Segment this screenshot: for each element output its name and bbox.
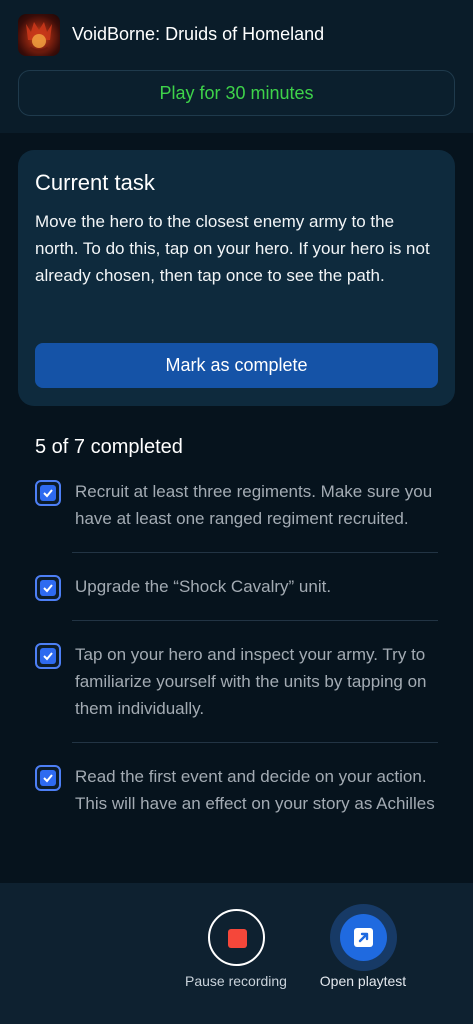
checklist-item-text: Tap on your hero and inspect your army. …: [75, 645, 427, 718]
checklist-item: Recruit at least three regiments. Make s…: [35, 478, 438, 532]
checklist-item: Tap on your hero and inspect your army. …: [35, 641, 438, 722]
open-playtest-label: Open playtest: [319, 973, 407, 989]
stop-icon: [228, 929, 247, 948]
divider: [72, 742, 438, 743]
task-title: Current task: [35, 170, 155, 195]
header: VoidBorne: Druids of Homeland Play for 3…: [0, 0, 473, 133]
pause-recording-button[interactable]: [208, 909, 265, 966]
mark-complete-button[interactable]: Mark as complete: [35, 343, 438, 388]
game-logo-icon: [18, 14, 60, 56]
app-title: VoidBorne: Druids of Homeland: [72, 24, 325, 44]
divider: [72, 620, 438, 621]
task-description: Move the hero to the closest enemy army …: [35, 212, 430, 285]
bottom-bar: Pause recording Open playtest: [0, 883, 473, 1024]
pause-recording-label: Pause recording: [185, 973, 287, 989]
play-timer-button[interactable]: Play for 30 minutes: [18, 70, 455, 116]
checklist-item: Read the first event and decide on your …: [35, 763, 438, 817]
divider: [72, 552, 438, 553]
checklist-item-text: Recruit at least three regiments. Make s…: [75, 482, 433, 528]
open-playtest-button[interactable]: [330, 904, 397, 971]
open-external-icon: [354, 928, 373, 947]
checkbox-checked[interactable]: [35, 765, 61, 791]
checkbox-checked[interactable]: [35, 575, 61, 601]
checkbox-checked[interactable]: [35, 480, 61, 506]
current-task-card: Current task Move the hero to the closes…: [18, 150, 455, 406]
checkbox-checked[interactable]: [35, 643, 61, 669]
checklist-item-text: Upgrade the “Shock Cavalry” unit.: [75, 577, 332, 596]
checklist-item: Upgrade the “Shock Cavalry” unit.: [35, 573, 438, 601]
progress-label: 5 of 7 completed: [35, 436, 183, 458]
checklist-item-text: Read the first event and decide on your …: [75, 767, 435, 813]
checklist: Recruit at least three regiments. Make s…: [35, 478, 438, 817]
